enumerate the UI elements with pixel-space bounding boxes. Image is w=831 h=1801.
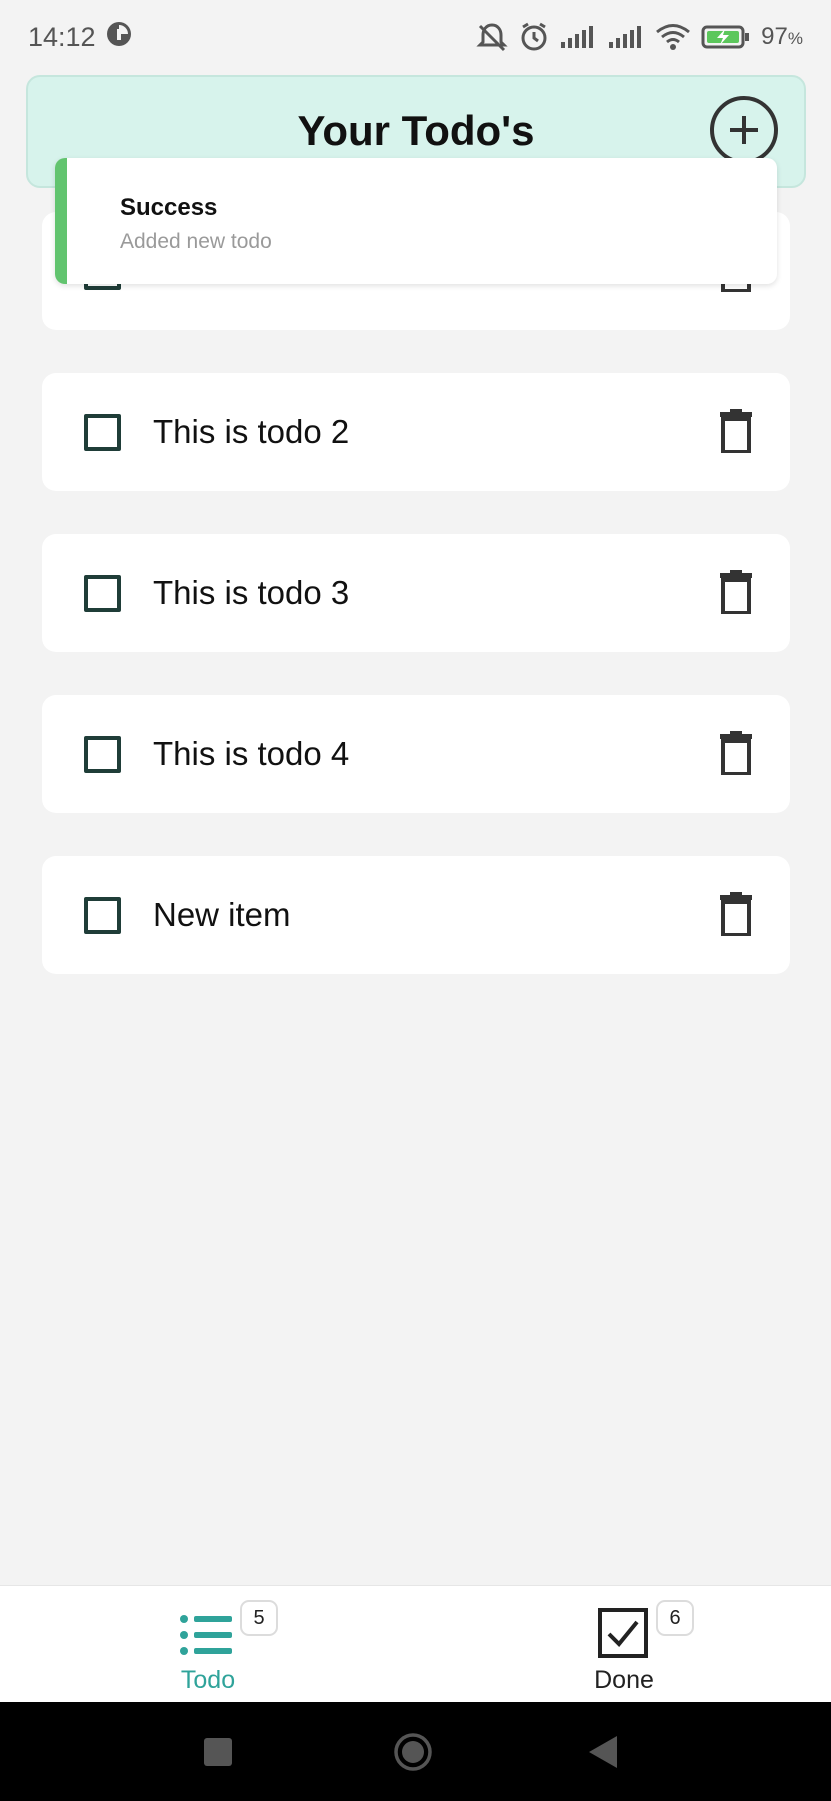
tab-label: Done	[594, 1666, 654, 1694]
todo-item: This is todo 3	[42, 534, 790, 652]
toast-accent-bar	[55, 158, 67, 284]
success-toast[interactable]: Success Added new todo	[55, 158, 777, 284]
back-triangle-icon[interactable]	[589, 1736, 617, 1768]
signal-icon	[559, 24, 597, 50]
status-bar: 14:12 97%	[0, 0, 831, 74]
add-todo-button[interactable]	[710, 96, 778, 164]
recents-square-icon[interactable]	[204, 1738, 232, 1766]
alarm-icon	[519, 22, 549, 52]
home-circle-icon[interactable]	[393, 1732, 433, 1772]
toast-message: Added new todo	[120, 230, 272, 253]
signal-icon	[607, 24, 645, 50]
todo-checkbox[interactable]	[84, 414, 121, 451]
status-right: 97%	[475, 22, 803, 52]
delete-todo-button[interactable]	[720, 892, 752, 936]
status-time: 14:12	[28, 21, 96, 52]
toast-title: Success	[120, 194, 218, 221]
plus-circle-icon	[730, 116, 758, 144]
todo-item: This is todo 4	[42, 695, 790, 813]
done-count-badge: 6	[656, 1600, 694, 1636]
data-saver-icon	[106, 21, 132, 54]
system-nav-bar	[0, 1702, 831, 1801]
status-left: 14:12	[28, 21, 132, 54]
todo-text: This is todo 4	[153, 735, 350, 772]
todo-text: New item	[153, 896, 291, 933]
todo-text: This is todo 2	[153, 413, 350, 450]
battery-percent: 97%	[761, 23, 803, 51]
battery-charging-icon	[701, 24, 751, 50]
todo-item: This is todo 2	[42, 373, 790, 491]
delete-todo-button[interactable]	[720, 731, 752, 775]
mute-icon	[475, 22, 509, 52]
wifi-icon	[655, 23, 691, 51]
tab-todo[interactable]: 5 Todo	[108, 1586, 308, 1703]
todo-count-badge: 5	[240, 1600, 278, 1636]
delete-todo-button[interactable]	[720, 570, 752, 614]
battery-unit: %	[787, 29, 803, 48]
delete-todo-button[interactable]	[720, 409, 752, 453]
todo-checkbox[interactable]	[84, 736, 121, 773]
tab-label: Todo	[180, 1666, 236, 1694]
page-title: Your Todo's	[297, 107, 535, 154]
todo-item: New item	[42, 856, 790, 974]
bottom-nav: 5 Todo 6 Done	[0, 1585, 831, 1702]
battery-value: 97	[761, 23, 788, 50]
todo-checkbox[interactable]	[84, 897, 121, 934]
todo-checkbox[interactable]	[84, 575, 121, 612]
todo-text: This is todo 3	[153, 574, 350, 611]
list-icon	[180, 1615, 232, 1655]
checkbox-checked-icon	[598, 1608, 648, 1658]
tab-done[interactable]: 6 Done	[524, 1586, 724, 1703]
